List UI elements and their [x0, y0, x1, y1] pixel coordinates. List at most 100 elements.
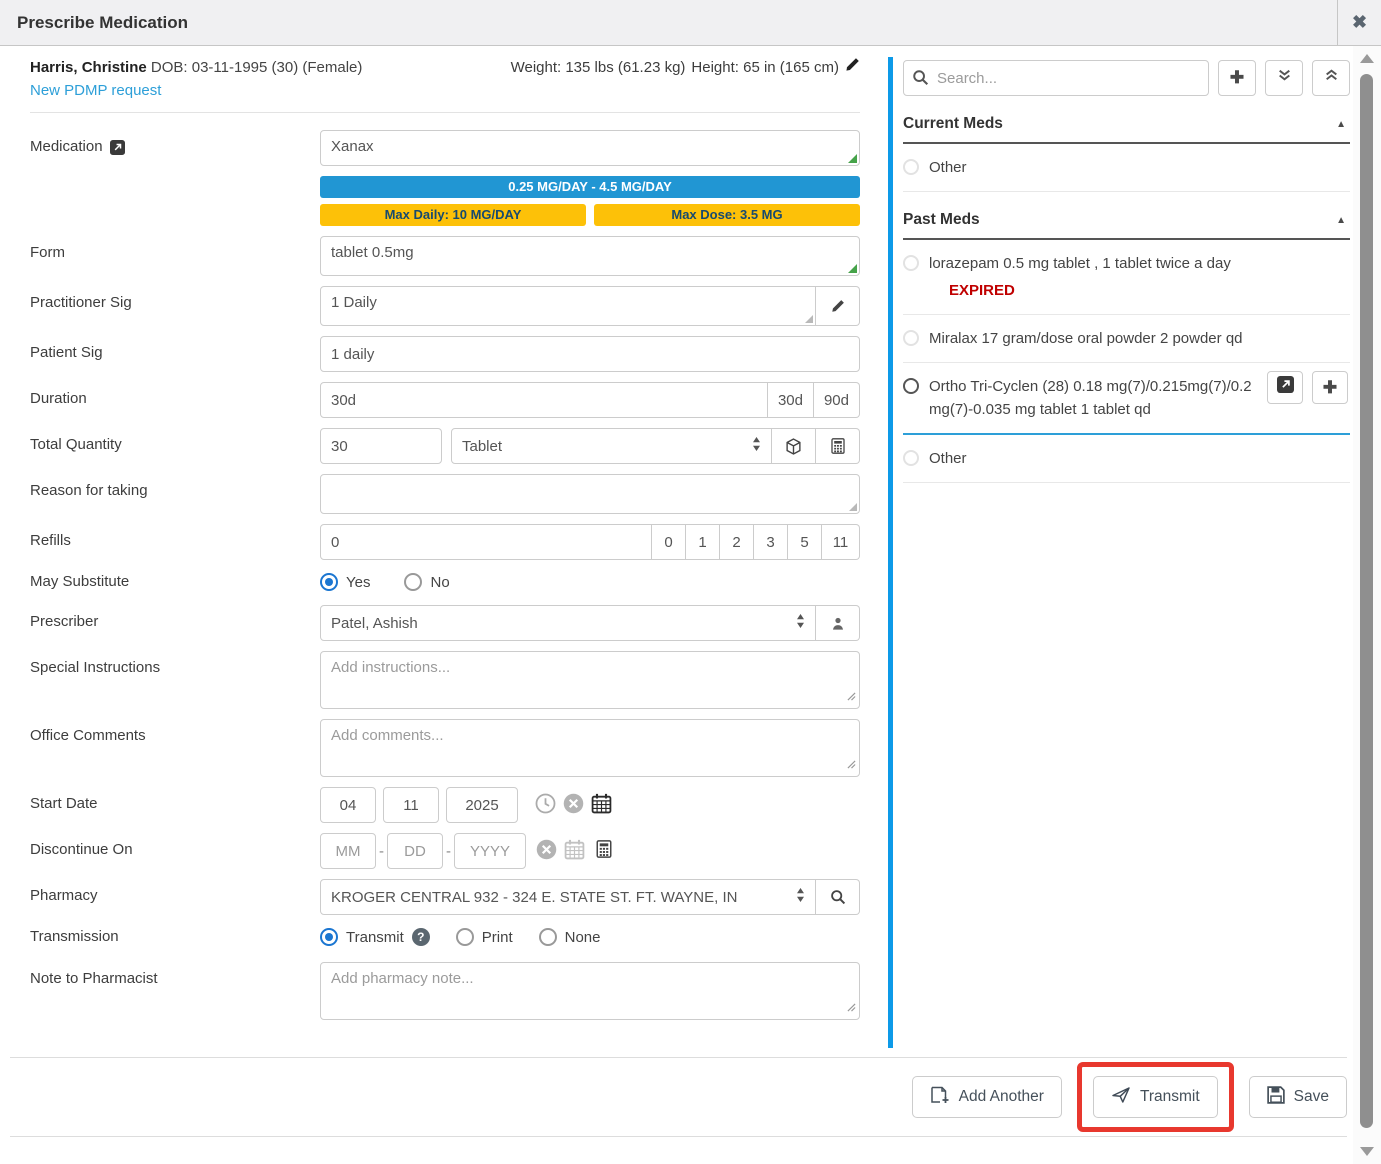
form-input[interactable]: tablet 0.5mg	[331, 244, 849, 268]
select-arrows-icon	[752, 437, 761, 455]
current-meds-section-header[interactable]: Current Meds ▲	[903, 108, 1350, 144]
scroll-down-icon[interactable]	[1360, 1147, 1374, 1156]
clear-date-icon[interactable]	[536, 839, 557, 864]
med-radio[interactable]	[903, 159, 919, 175]
refills-quick-2-button[interactable]: 2	[720, 524, 754, 560]
transmission-transmit-label: Transmit	[346, 929, 404, 946]
add-another-button[interactable]: Add Another	[912, 1076, 1062, 1118]
office-comments-wrap	[320, 719, 860, 777]
edit-sig-button[interactable]	[816, 286, 860, 326]
calculator-button[interactable]	[816, 428, 860, 464]
office-comments-input[interactable]	[331, 727, 849, 769]
quantity-unit-select[interactable]: Tablet	[451, 428, 772, 464]
dispense-package-button[interactable]	[772, 428, 816, 464]
med-search-wrap	[903, 60, 1209, 96]
save-label: Save	[1294, 1088, 1329, 1106]
transmission-transmit-radio[interactable]	[320, 928, 338, 946]
special-instructions-input[interactable]	[331, 659, 849, 701]
patient-dob: DOB: 03-11-1995 (30) (Female)	[151, 59, 362, 76]
scrollbar[interactable]	[1353, 46, 1381, 1164]
refills-quick-1-button[interactable]: 1	[686, 524, 720, 560]
resize-handle-icon[interactable]	[847, 999, 856, 1016]
resize-handle-icon[interactable]	[848, 264, 857, 273]
select-arrows-icon	[796, 888, 805, 906]
pharmacy-search-button[interactable]	[816, 879, 860, 915]
start-month-input[interactable]	[320, 787, 376, 823]
resize-handle-icon[interactable]	[847, 688, 856, 705]
reason-input[interactable]	[331, 482, 849, 506]
med-radio-selected[interactable]	[903, 378, 919, 394]
medication-input[interactable]: Xanax	[331, 138, 849, 158]
past-med-lorazepam-item[interactable]: lorazepam 0.5 mg tablet , 1 tablet twice…	[903, 240, 1350, 315]
expand-all-button[interactable]	[1265, 60, 1303, 96]
new-pdmp-request-link[interactable]: New PDMP request	[30, 79, 860, 102]
pharmacy-select[interactable]: KROGER CENTRAL 932 - 324 E. STATE ST. FT…	[320, 879, 816, 915]
pharmacy-note-input[interactable]	[331, 970, 849, 1012]
calendar-icon[interactable]	[591, 793, 612, 818]
resize-handle-icon[interactable]	[847, 756, 856, 773]
past-meds-other-item[interactable]: Other	[903, 435, 1350, 483]
transmission-print-radio[interactable]	[456, 928, 474, 946]
substitute-yes-radio[interactable]	[320, 573, 338, 591]
past-meds-title: Past Meds	[903, 211, 980, 229]
past-med-ortho-item[interactable]: Ortho Tri-Cyclen (28) 0.18 mg(7)/0.215mg…	[903, 363, 1350, 435]
discontinue-year-input[interactable]	[454, 833, 526, 869]
med-radio[interactable]	[903, 330, 919, 346]
save-button[interactable]: Save	[1249, 1076, 1347, 1118]
discontinue-month-input[interactable]	[320, 833, 376, 869]
total-quantity-input[interactable]	[320, 428, 442, 464]
med-radio[interactable]	[903, 450, 919, 466]
prescriber-select[interactable]: Patel, Ashish	[320, 605, 816, 641]
add-med-button[interactable]: ✚	[1218, 60, 1256, 96]
transmission-none-radio[interactable]	[539, 928, 557, 946]
substitute-no-radio[interactable]	[404, 573, 422, 591]
prescriber-person-button[interactable]	[816, 605, 860, 641]
transmission-none-label: None	[565, 929, 601, 946]
start-year-input[interactable]	[446, 787, 518, 823]
quantity-unit-value: Tablet	[462, 438, 502, 455]
patient-name: Harris, Christine	[30, 59, 147, 76]
med-radio[interactable]	[903, 255, 919, 271]
edit-vitals-icon[interactable]	[845, 56, 860, 79]
patient-sig-input[interactable]	[320, 336, 860, 372]
start-day-input[interactable]	[383, 787, 439, 823]
duration-input[interactable]	[320, 382, 768, 418]
close-icon[interactable]: ✖	[1337, 0, 1381, 45]
scroll-thumb[interactable]	[1360, 74, 1373, 1128]
calendar-icon[interactable]	[564, 839, 585, 864]
past-med-miralax-item[interactable]: Miralax 17 gram/dose oral powder 2 powde…	[903, 315, 1350, 363]
refills-input[interactable]	[320, 524, 652, 560]
past-meds-section-header[interactable]: Past Meds ▲	[903, 204, 1350, 240]
resize-handle-icon[interactable]	[849, 503, 857, 511]
resize-handle-icon[interactable]	[805, 315, 813, 323]
clock-icon[interactable]	[535, 793, 556, 818]
med-item-text: Other	[929, 447, 967, 470]
current-meds-other-item[interactable]: Other	[903, 144, 1350, 192]
reason-label: Reason for taking	[30, 482, 148, 499]
clear-date-icon[interactable]	[563, 793, 584, 818]
transmit-button[interactable]: Transmit	[1093, 1076, 1218, 1118]
duration-quick-90d-button[interactable]: 90d	[814, 382, 860, 418]
open-med-button[interactable]	[1267, 371, 1303, 404]
refills-quick-3-button[interactable]: 3	[754, 524, 788, 560]
refills-quick-0-button[interactable]: 0	[652, 524, 686, 560]
collapse-all-button[interactable]	[1312, 60, 1350, 96]
add-med-button[interactable]: ✚	[1312, 371, 1348, 404]
practitioner-sig-input[interactable]: 1 Daily	[331, 294, 805, 318]
add-another-icon	[930, 1086, 950, 1109]
scroll-up-icon[interactable]	[1360, 54, 1374, 63]
refills-quick-11-button[interactable]: 11	[822, 524, 860, 560]
modal-title: Prescribe Medication	[0, 13, 1337, 33]
external-link-icon	[1277, 376, 1294, 399]
medication-field-wrap: Xanax	[320, 130, 860, 166]
refills-quick-5-button[interactable]: 5	[788, 524, 822, 560]
external-link-icon[interactable]	[110, 140, 125, 159]
med-item-text: Other	[929, 156, 967, 179]
med-item-text: Miralax 17 gram/dose oral powder 2 powde…	[929, 327, 1243, 350]
discontinue-day-input[interactable]	[387, 833, 443, 869]
med-search-input[interactable]	[903, 60, 1209, 96]
resize-handle-icon[interactable]	[848, 154, 857, 163]
calculate-date-icon[interactable]	[595, 840, 613, 862]
duration-quick-30d-button[interactable]: 30d	[768, 382, 814, 418]
help-icon[interactable]: ?	[412, 928, 430, 946]
